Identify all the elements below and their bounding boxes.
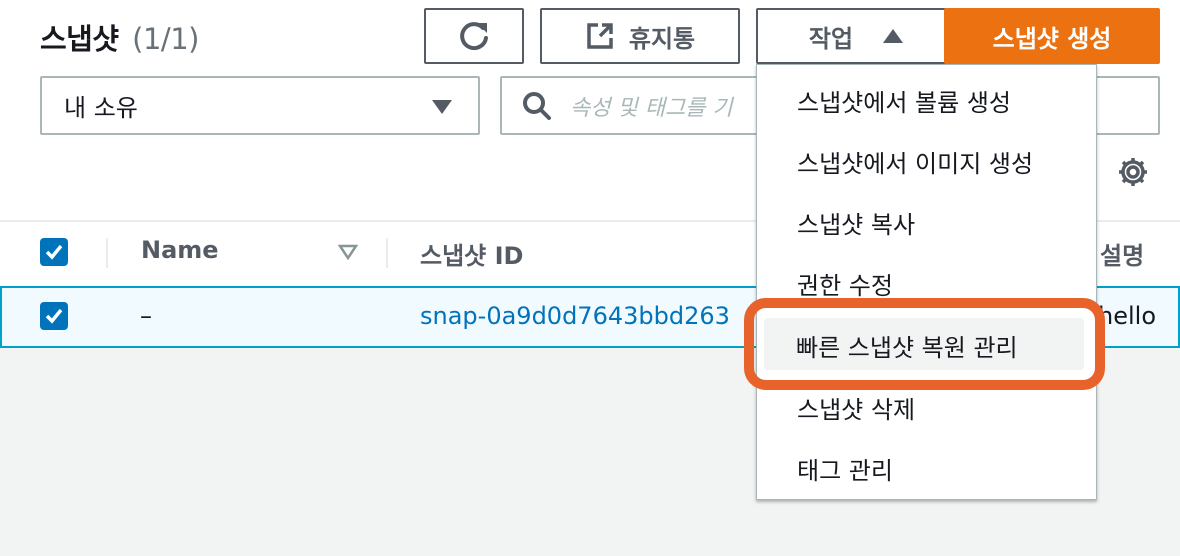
settings-gear-icon[interactable] <box>1116 155 1150 189</box>
select-all-checkbox[interactable] <box>40 238 68 266</box>
page-title-text: 스냅샷 <box>40 22 119 56</box>
row-description: hello <box>1098 302 1156 330</box>
column-header-snapshot-id[interactable]: 스냅샷 ID <box>420 236 523 271</box>
search-placeholder: 속성 및 태그를 기 <box>570 95 733 121</box>
trash-button-label: 휴지통 <box>628 24 696 53</box>
owner-filter-value: 내 소유 <box>64 94 138 122</box>
actions-dropdown-button[interactable]: 작업 <box>756 8 956 64</box>
sort-down-icon[interactable] <box>338 244 358 260</box>
search-icon <box>523 91 551 120</box>
actions-button-label: 작업 <box>808 24 854 53</box>
selection-count: (1/1) <box>132 22 199 56</box>
create-snapshot-button[interactable]: 스냅샷 생성 <box>944 8 1160 64</box>
menu-item-create-image[interactable]: 스냅샷에서 이미지 생성 <box>797 144 1033 179</box>
column-header-name[interactable]: Name <box>141 236 219 264</box>
check-icon <box>45 244 63 260</box>
column-header-description[interactable]: 설명 <box>1100 236 1144 271</box>
menu-item-manage-tags[interactable]: 태그 관리 <box>797 451 893 486</box>
check-icon <box>45 308 63 324</box>
column-divider <box>386 238 388 268</box>
trash-button[interactable]: 휴지통 <box>540 8 740 64</box>
row-name: – <box>140 302 152 330</box>
caret-up-icon <box>883 29 904 43</box>
refresh-button[interactable] <box>424 8 524 64</box>
external-link-icon <box>587 23 613 49</box>
row-snapshot-id-link[interactable]: snap-0a9d0d7643bbd263 <box>420 302 730 330</box>
column-divider <box>106 238 108 268</box>
caret-down-icon <box>432 100 452 114</box>
menu-item-modify-permissions[interactable]: 권한 수정 <box>797 266 893 301</box>
menu-item-delete-snapshot[interactable]: 스냅샷 삭제 <box>797 390 915 425</box>
highlight-callout-box <box>744 298 1105 390</box>
actions-dropdown-menu: 스냅샷에서 볼륨 생성 스냅샷에서 이미지 생성 스냅샷 복사 권한 수정 스냅… <box>756 64 1097 500</box>
owner-filter-select[interactable]: 내 소유 <box>40 76 480 135</box>
page-title: 스냅샷 (1/1) <box>40 16 199 58</box>
refresh-icon <box>460 22 488 51</box>
menu-item-copy-snapshot[interactable]: 스냅샷 복사 <box>797 205 915 240</box>
row-checkbox[interactable] <box>40 302 68 330</box>
menu-item-create-volume[interactable]: 스냅샷에서 볼륨 생성 <box>797 83 1011 118</box>
